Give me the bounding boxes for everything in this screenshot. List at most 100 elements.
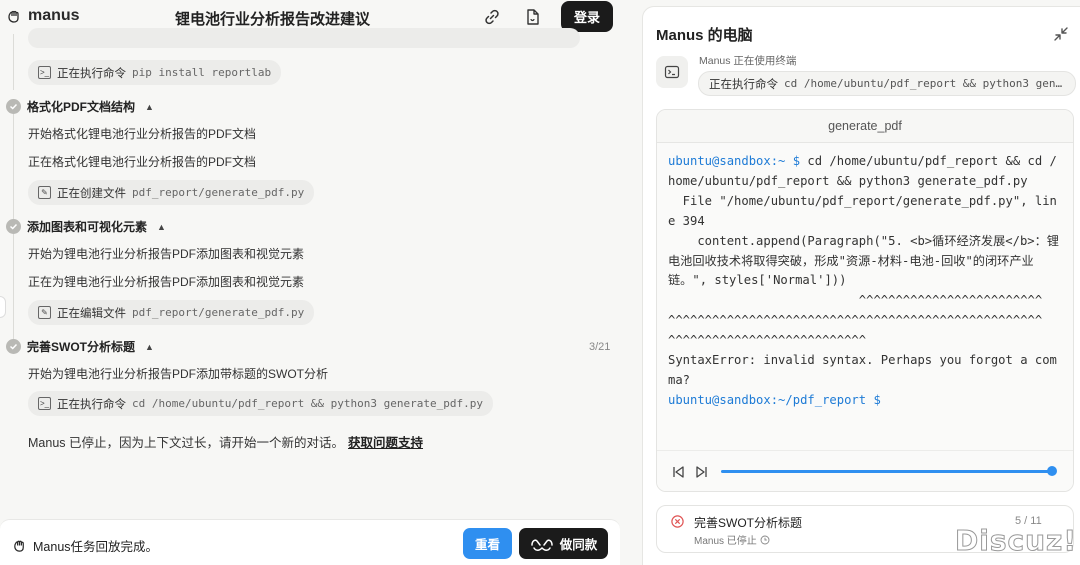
terminal-text: content.append(Paragraph("5. <b>循环经济发展</… [668, 233, 1059, 248]
terminal-icon: >_ [38, 66, 51, 79]
computer-title: Manus 的电脑 [656, 27, 753, 44]
make-same-button[interactable]: 做同款 [519, 528, 608, 559]
step-title: 完善SWOT分析标题 [27, 340, 135, 354]
terminal-line: home/ubuntu/pdf_report && python3 genera… [668, 172, 1062, 192]
collapse-icon[interactable] [1052, 25, 1070, 43]
manus-logo[interactable]: manus [6, 7, 80, 25]
edit-file-icon: ✎ [38, 306, 51, 319]
share-link-button[interactable] [481, 6, 503, 28]
terminal-text: ma? [668, 372, 691, 387]
tool-label: 正在编辑文件 [57, 307, 126, 320]
tool-pill-command[interactable]: >_ 正在执行命令 cd /home/ubuntu/pdf_report && … [28, 391, 493, 416]
tool-label: 正在创建文件 [57, 187, 126, 200]
skip-back-icon[interactable] [671, 465, 685, 479]
step-line: 开始为锂电池行业分析报告PDF添加带标题的SWOT分析 [28, 367, 328, 381]
terminal-output: ubuntu@sandbox:~ $ cd /home/ubuntu/pdf_r… [657, 143, 1073, 443]
tool-label: 正在执行命令 [57, 398, 126, 411]
terminal-text: home/ubuntu/pdf_report && python3 genera… [668, 173, 1028, 188]
check-icon [6, 339, 21, 354]
support-link[interactable]: 获取问题支持 [348, 436, 423, 450]
terminal-line: ma? [668, 371, 1062, 391]
check-icon [6, 99, 21, 114]
tool-label: 正在执行命令 [57, 67, 126, 80]
check-icon [6, 219, 21, 234]
terminal-badge [656, 56, 688, 88]
link-icon [485, 9, 499, 25]
forum-watermark: Discuz! [954, 524, 1078, 558]
stopped-text: Manus 已停止，因为上下文过长，请开始一个新的对话。 [28, 436, 344, 450]
document-icon [527, 9, 539, 25]
page-title: 锂电池行业分析报告改进建议 [175, 11, 371, 28]
clock-icon [760, 535, 770, 544]
terminal-line: ^^^^^^^^^^^^^^^^^^^^^^^^^^^ [668, 331, 1062, 351]
chevron-up-icon[interactable]: ▲ [145, 342, 154, 352]
current-step-title: 完善SWOT分析标题 [694, 516, 802, 530]
timeline-line [13, 34, 14, 90]
step-header[interactable]: 完善SWOT分析标题 ▲ [6, 338, 154, 355]
terminal-line: 电池回收技术将取得突破，形成"资源-材料-电池-回收"的闭环产业 [668, 252, 1062, 272]
terminal-line: e 394 [668, 212, 1062, 232]
files-button[interactable] [522, 6, 544, 28]
terminal-icon [664, 65, 680, 79]
computer-panel: Manus 的电脑 Manus 正在使用终端 正在执行命令 cd /home/u… [642, 6, 1080, 565]
timeline-line [13, 114, 14, 220]
replay-button[interactable]: 重看 [463, 528, 512, 559]
stopped-status-text: Manus 已停止 [694, 536, 757, 547]
current-command-pill[interactable]: 正在执行命令 cd /home/ubuntu/pdf_report && pyt… [698, 71, 1076, 96]
terminal-text: File "/home/ubuntu/pdf_report/generate_p… [668, 193, 1057, 208]
hands-icon [530, 538, 553, 551]
step-counter: 3/21 [589, 341, 611, 353]
step-header[interactable]: 添加图表和可视化元素 ▲ [6, 218, 166, 235]
terminal-text: e 394 [668, 213, 705, 228]
terminal-text: ^^^^^^^^^^^^^^^^^^^^^^^^^^^^^^^^^^^^^^^^… [668, 313, 1043, 328]
step-header[interactable]: 格式化PDF文档结构 ▲ [6, 98, 154, 115]
playback-controls [657, 450, 1073, 491]
terminal-line: ubuntu@sandbox:~/pdf_report $ [668, 391, 1062, 411]
stopped-message: Manus 已停止，因为上下文过长，请开始一个新的对话。 获取问题支持 [28, 432, 423, 451]
replay-status-text: Manus任务回放完成。 [33, 540, 159, 554]
step-line: 开始为锂电池行业分析报告PDF添加图表和视觉元素 [28, 247, 305, 261]
skip-forward-icon[interactable] [695, 465, 709, 479]
tool-pill-create-file[interactable]: ✎ 正在创建文件 pdf_report/generate_pdf.py [28, 180, 315, 205]
tool-arg: cd /home/ubuntu/pdf_report && python3 ge… [132, 397, 483, 410]
terminal-text: ^^^^^^^^^^^^^^^^^^^^^^^^^^^ [668, 333, 867, 348]
terminal-tab-title: generate_pdf [657, 110, 1073, 143]
tool-arg: pdf_report/generate_pdf.py [132, 306, 305, 319]
terminal-line: ^^^^^^^^^^^^^^^^^^^^^^^^^^^^^^^^^^^^^^^^… [668, 311, 1062, 331]
replay-bar: Manus任务回放完成。 重看 做同款 [0, 519, 620, 565]
step-line: 正在为锂电池行业分析报告PDF添加图表和视觉元素 [28, 275, 305, 289]
playback-scrubber[interactable] [1047, 466, 1057, 476]
sidebar-handle[interactable] [0, 296, 6, 318]
terminal-icon: >_ [38, 397, 51, 410]
shell-prompt: ubuntu@sandbox:~ $ [668, 154, 801, 168]
tool-pill-edit-file[interactable]: ✎ 正在编辑文件 pdf_report/generate_pdf.py [28, 300, 315, 325]
tool-arg: pip install reportlab [132, 66, 272, 79]
current-step-status: Manus 已停止 [694, 532, 770, 547]
terminal-window: generate_pdf ubuntu@sandbox:~ $ cd /home… [656, 109, 1074, 492]
terminal-text: 链。", styles['Normal'])) [668, 273, 847, 288]
step-title: 添加图表和可视化元素 [27, 220, 148, 234]
terminal-line: content.append(Paragraph("5. <b>循环经济发展</… [668, 232, 1062, 252]
shell-prompt: ubuntu@sandbox:~/pdf_report $ [668, 392, 881, 407]
terminal-text: SyntaxError: invalid syntax. Perhaps you… [668, 353, 1057, 368]
step-line: 正在格式化锂电池行业分析报告的PDF文档 [28, 155, 257, 169]
error-circle-icon [671, 515, 684, 528]
command-arg: cd /home/ubuntu/pdf_report && python3 ge… [784, 77, 1065, 90]
step-title: 格式化PDF文档结构 [27, 100, 136, 114]
chevron-up-icon[interactable]: ▲ [145, 102, 154, 112]
step-line: 开始格式化锂电池行业分析报告的PDF文档 [28, 127, 257, 141]
chat-pane: manus 锂电池行业分析报告改进建议 登录 >_ 正在执行命令 pip ins… [0, 0, 626, 565]
terminal-line: File "/home/ubuntu/pdf_report/generate_p… [668, 192, 1062, 212]
manus-hand-icon [8, 10, 19, 23]
tool-arg: pdf_report/generate_pdf.py [132, 186, 305, 199]
chevron-up-icon[interactable]: ▲ [157, 222, 166, 232]
command-label: 正在执行命令 [709, 78, 778, 91]
terminal-line: ubuntu@sandbox:~ $ cd /home/ubuntu/pdf_r… [668, 152, 1062, 172]
manus-hand-icon [14, 540, 24, 552]
make-same-label: 做同款 [559, 538, 598, 552]
terminal-line: 链。", styles['Normal'])) [668, 271, 1062, 291]
terminal-text: cd /home/ubuntu/pdf_report && cd / [800, 154, 1057, 168]
tool-pill-command[interactable]: >_ 正在执行命令 pip install reportlab [28, 60, 282, 85]
edit-file-icon: ✎ [38, 186, 51, 199]
playback-progress-bar[interactable] [721, 470, 1053, 473]
